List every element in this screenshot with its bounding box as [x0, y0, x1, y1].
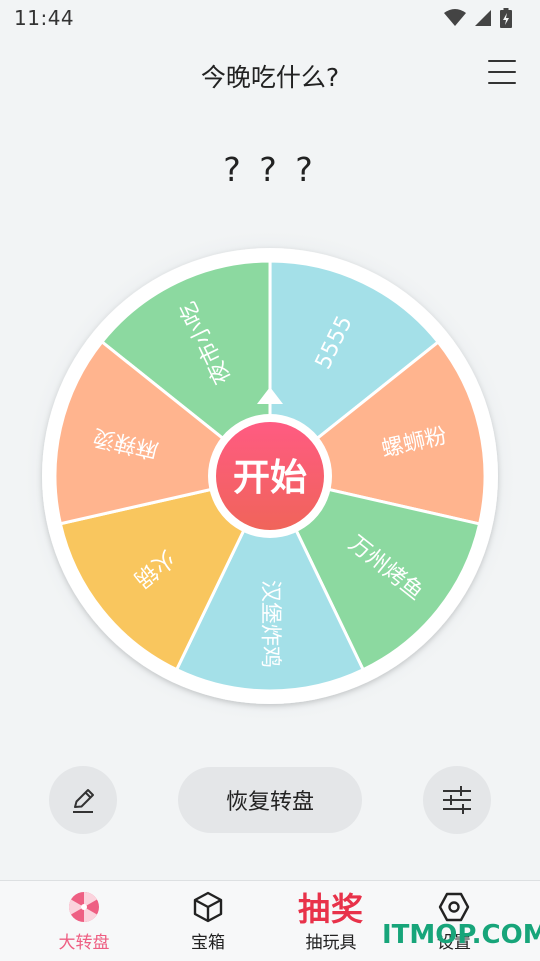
nav-item-box[interactable]: 宝箱 [158, 881, 258, 961]
status-bar: 11:44 [0, 0, 540, 36]
header: 今晚吃什么? [0, 40, 540, 106]
page-title: 今晚吃什么? [200, 63, 340, 92]
signal-icon [475, 10, 491, 26]
edit-button[interactable] [49, 766, 117, 834]
wifi-icon [444, 9, 466, 26]
hexagon-settings-icon [438, 892, 470, 922]
spin-wheel: 夜市小吃 5555 螺蛳粉 万州烤鱼 汉堡炸鸡 火锅 麻辣烫 开始 [20, 226, 520, 726]
wheel-svg: 夜市小吃 5555螺蛳粉万州烤鱼汉堡炸鸡火锅麻辣烫 开始 [20, 226, 520, 726]
cube-icon [193, 891, 223, 923]
wheel-segment-label: 汉堡炸鸡 [257, 580, 282, 668]
watermark-text: ITMOP.COM [382, 920, 540, 950]
status-icons [444, 8, 512, 28]
pencil-icon [73, 789, 94, 813]
wheel-icon [69, 892, 99, 922]
restore-wheel-button[interactable]: 恢复转盘 [178, 767, 362, 833]
start-button-label: 开始 [233, 456, 307, 499]
sliders-icon [443, 786, 471, 814]
menu-icon [488, 60, 516, 84]
status-time: 11:44 [14, 6, 75, 30]
lottery-badge: 抽奖 [297, 890, 364, 928]
nav-label-toys: 抽玩具 [305, 933, 357, 953]
nav-label-box: 宝箱 [191, 933, 225, 953]
battery-icon [500, 8, 512, 28]
nav-item-wheel[interactable]: 大转盘 [34, 881, 134, 961]
settings-sliders-button[interactable] [423, 766, 491, 834]
controls-row: 恢复转盘 [0, 766, 540, 836]
menu-button[interactable] [488, 60, 516, 86]
nav-item-toys[interactable]: 抽奖 抽玩具 [281, 881, 381, 961]
result-text: ? ? ? [223, 150, 317, 189]
nav-label-wheel: 大转盘 [58, 933, 110, 953]
